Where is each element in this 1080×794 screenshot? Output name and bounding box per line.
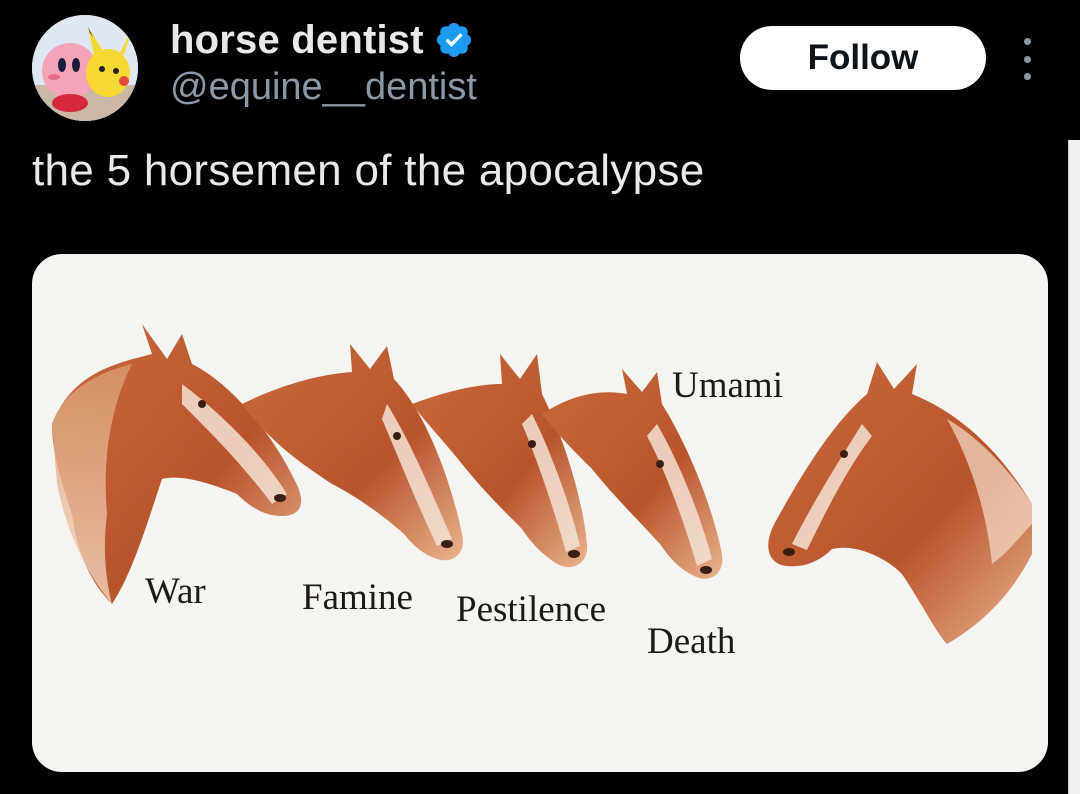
verified-badge-icon[interactable] [434,20,474,60]
label-umami: Umami [672,365,783,406]
display-name[interactable]: horse dentist [170,18,424,63]
follow-button[interactable]: Follow [740,26,986,90]
dot [1023,73,1031,80]
tweet-text: the 5 horsemen of the apocalypse [32,146,705,195]
label-pestilence: Pestilence [456,589,607,630]
tweet-media-image[interactable]: War Famine Pestilence Death Umami [32,254,1048,772]
avatar-image [32,15,138,121]
dot [1023,38,1031,45]
avatar[interactable] [32,15,138,121]
horse-umami [768,362,1032,644]
label-famine: Famine [302,577,413,618]
user-handle[interactable]: @equine__dentist [170,66,477,109]
horse-war [52,324,302,604]
author-name-row: horse dentist [170,14,474,66]
horse-heads-illustration [52,324,1032,644]
more-options-icon[interactable] [1010,38,1044,80]
scrollbar[interactable] [1068,140,1080,794]
dot [1023,55,1031,63]
label-war: War [145,571,206,612]
label-death: Death [647,621,736,662]
